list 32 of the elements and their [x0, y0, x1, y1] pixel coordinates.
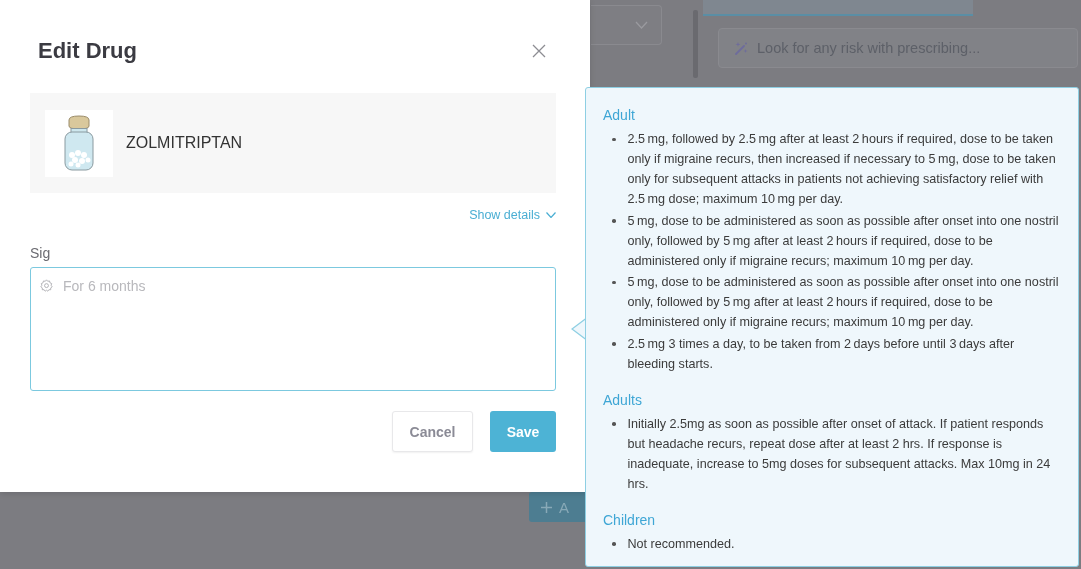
bullet-icon: [612, 219, 616, 223]
section-heading: Adult: [603, 106, 636, 124]
dialog-title: Edit Drug: [38, 38, 137, 64]
section-heading: Adults: [603, 390, 643, 409]
close-icon: [532, 44, 546, 58]
add-button[interactable]: A: [529, 492, 585, 522]
plus-icon: [541, 501, 552, 513]
cancel-button[interactable]: Cancel: [392, 411, 473, 452]
show-details-link[interactable]: Show details: [469, 208, 556, 222]
drug-name: ZOLMITRIPTAN: [126, 134, 243, 152]
close-button[interactable]: [532, 44, 546, 58]
sig-label: Sig: [30, 244, 52, 262]
save-button[interactable]: Save: [490, 411, 556, 452]
bullet-icon: [612, 542, 616, 546]
sig-field[interactable]: For 6 months: [30, 267, 556, 391]
bullet-icon: [612, 422, 616, 426]
dosage-text: 2.5 mg 3 times a day, to be taken from 2 days before until 3 days after bleeding starts.: [627, 335, 1016, 373]
chevron-down-icon: [635, 21, 648, 29]
dropdown[interactable]: [591, 5, 662, 45]
dosage-text: Not recommended.: [627, 535, 735, 553]
dosage-text: 5 mg, dose to be administered as soon as possible after onset into one nostril only, followed by 5 mg after at least 2 hours if required, dose to be administered only if migraine recurs; maximum 10 mg per day.: [627, 212, 1060, 270]
pill-bottle-icon: [45, 109, 113, 177]
bullet-icon: [612, 280, 616, 284]
chevron-down-icon: [546, 212, 556, 218]
settings-icon[interactable]: [40, 279, 53, 292]
dosage-text: 5 mg, dose to be administered as soon as possible after onset into one nostril only, followed by 5 mg after at least 2 hours if required, dose to be administered only if migraine recurs; maximum 10 mg per day.: [627, 274, 1060, 331]
dosage-text: Initially 2.5mg as soon as possible after onset of attack. If patient responds but headache recurs, repeat dose after at least 2 hrs. If response is inadequate, increase to 5mg doses for subsequent attacks. Max 10mg in 24 hrs.: [627, 415, 1052, 493]
bullet-icon: [612, 137, 616, 141]
tab[interactable]: [703, 0, 973, 16]
bullet-icon: [612, 342, 616, 346]
dosage-text: 2.5 mg, followed by 2.5 mg after at least 2 hours if required, dose to be taken only if migraine recurs, then increased if necessary to 5 mg, dose to be taken only for subsequent attacks in patients not achieving satisfactory relief with 2.5 mg dose; maximum 10 mg per day.: [627, 131, 1057, 208]
section-heading: Children: [603, 510, 657, 529]
